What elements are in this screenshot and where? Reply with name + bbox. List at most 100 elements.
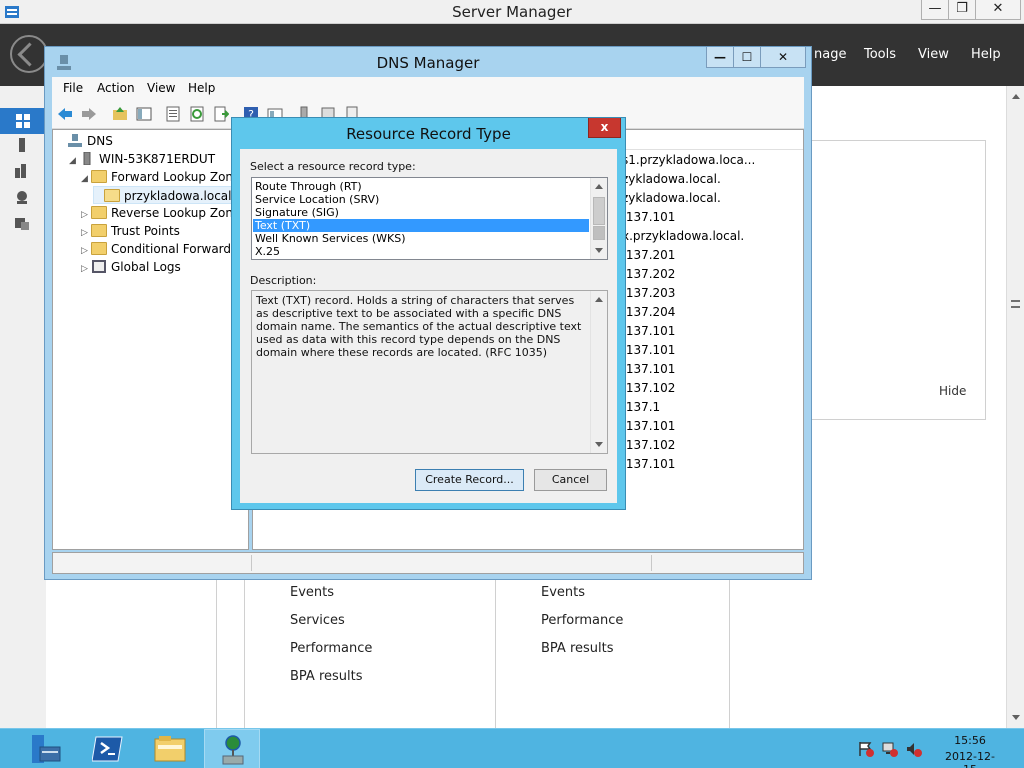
- record-data-cell[interactable]: .137.201: [622, 248, 675, 262]
- sm-close-button[interactable]: ✕: [975, 0, 1021, 20]
- scroll-up-icon[interactable]: [595, 297, 603, 302]
- menu-view[interactable]: View: [918, 47, 949, 62]
- volume-muted-icon[interactable]: [906, 741, 922, 757]
- menu-action[interactable]: Action: [97, 81, 135, 95]
- dns-maximize-button[interactable]: ☐: [733, 47, 761, 68]
- expander-icon[interactable]: ◢: [81, 170, 91, 188]
- back-icon[interactable]: [57, 106, 73, 122]
- record-data-cell[interactable]: .137.202: [622, 267, 675, 281]
- description-box: Text (TXT) record. Holds a string of cha…: [251, 290, 608, 454]
- description-scrollbar[interactable]: [590, 291, 607, 453]
- scroll-thumb[interactable]: [593, 197, 605, 225]
- tree-node[interactable]: ▷ Conditional Forwarders: [81, 240, 248, 258]
- scroll-down-icon[interactable]: [1012, 715, 1020, 720]
- dns-manager-title: DNS Manager: [376, 54, 480, 72]
- record-type-option[interactable]: Service Location (SRV): [253, 193, 589, 206]
- scroll-down-icon[interactable]: [595, 248, 603, 253]
- tile2-events[interactable]: Events: [541, 585, 585, 600]
- taskbar-server-manager[interactable]: [18, 729, 74, 768]
- tree-node[interactable]: DNS: [57, 132, 113, 150]
- dns-minimize-button[interactable]: —: [706, 47, 734, 68]
- nav-dashboard-selected[interactable]: [0, 108, 46, 134]
- record-data-cell[interactable]: .137.204: [622, 305, 675, 319]
- forward-icon[interactable]: [81, 106, 97, 122]
- menu-manage[interactable]: nage: [814, 47, 846, 62]
- dns-role-icon[interactable]: [15, 190, 31, 204]
- menu-help[interactable]: Help: [188, 81, 215, 95]
- properties-icon[interactable]: [165, 106, 181, 122]
- record-type-option[interactable]: Route Through (RT): [253, 180, 589, 193]
- tree-node-label: WIN-53K871ERDUT: [99, 152, 216, 166]
- record-data-cell[interactable]: .137.101: [622, 343, 675, 357]
- scroll-grip-icon[interactable]: [1011, 300, 1020, 308]
- file-services-icon[interactable]: [15, 216, 31, 230]
- tile1-bpa-results[interactable]: BPA results: [290, 669, 363, 684]
- tile1-events[interactable]: Events: [290, 585, 334, 600]
- record-data-cell[interactable]: zykladowa.local.: [622, 172, 721, 186]
- menu-help[interactable]: Help: [971, 47, 1001, 62]
- sm-maximize-button[interactable]: ❐: [948, 0, 976, 20]
- dashboard-icon: [16, 114, 30, 128]
- tree-node[interactable]: ◢ Forward Lookup Zones: [81, 168, 247, 186]
- show-hide-console-tree-icon[interactable]: [136, 106, 152, 122]
- all-servers-icon[interactable]: [15, 164, 31, 178]
- record-type-option[interactable]: Signature (SIG): [253, 206, 589, 219]
- taskbar-file-explorer[interactable]: [142, 729, 198, 768]
- dialog-close-button[interactable]: x: [588, 118, 621, 138]
- clock-date[interactable]: 2012-12-15: [940, 750, 1000, 768]
- tree-node[interactable]: ◢ WIN-53K871ERDUT: [69, 150, 215, 168]
- scroll-up-icon[interactable]: [1012, 94, 1020, 99]
- select-type-label: Select a resource record type:: [250, 160, 416, 173]
- record-data-cell[interactable]: .137.102: [622, 438, 675, 452]
- hide-link[interactable]: Hide: [939, 384, 966, 398]
- record-data-cell[interactable]: s1.przykladowa.loca...: [622, 153, 755, 167]
- clock-time[interactable]: 15:56: [940, 734, 1000, 747]
- dns-close-button[interactable]: ✕: [760, 47, 806, 68]
- record-data-cell[interactable]: zykladowa.local.: [622, 191, 721, 205]
- menu-view[interactable]: View: [147, 81, 175, 95]
- action-center-icon[interactable]: [858, 741, 874, 757]
- record-type-option[interactable]: Well Known Services (WKS): [253, 232, 589, 245]
- record-type-option[interactable]: X.25: [253, 245, 589, 258]
- record-type-listbox[interactable]: X.25 Well Known Services (WKS) Text (TXT) S…: [251, 177, 608, 260]
- record-data-cell[interactable]: .137.101: [622, 210, 675, 224]
- record-data-cell[interactable]: .137.203: [622, 286, 675, 300]
- refresh-icon[interactable]: [189, 106, 205, 122]
- cancel-button[interactable]: Cancel: [534, 469, 607, 491]
- tree-node[interactable]: ▷ Reverse Lookup Zones: [81, 204, 247, 222]
- export-list-icon[interactable]: [213, 106, 229, 122]
- expander-icon[interactable]: ◢: [69, 152, 79, 170]
- taskbar-powershell[interactable]: [80, 729, 136, 768]
- menu-tools[interactable]: Tools: [864, 47, 896, 62]
- create-record-button[interactable]: Create Record...: [415, 469, 524, 491]
- console-tree: DNS ◢ WIN-53K871ERDUT ◢ Forward Lookup Zones…: [52, 129, 249, 550]
- taskbar-dns-manager[interactable]: [204, 729, 260, 768]
- network-icon[interactable]: [882, 741, 898, 757]
- tile1-performance[interactable]: Performance: [290, 641, 372, 656]
- record-data-cell[interactable]: .137.101: [622, 457, 675, 471]
- scroll-up-icon[interactable]: [595, 184, 603, 189]
- expander-icon[interactable]: ▷: [81, 260, 91, 278]
- tree-node[interactable]: przykladowa.local: [93, 186, 233, 204]
- record-data-cell[interactable]: .137.101: [622, 419, 675, 433]
- local-server-icon[interactable]: [15, 138, 31, 152]
- record-data-cell[interactable]: x.przykladowa.local.: [622, 229, 744, 243]
- tile1-services[interactable]: Services: [290, 613, 345, 628]
- tree-node[interactable]: ▷ Global Logs: [81, 258, 181, 276]
- record-data-cell[interactable]: .137.1: [622, 400, 660, 414]
- tree-node[interactable]: ▷ Trust Points: [81, 222, 180, 240]
- record-type-scrollbar[interactable]: [590, 178, 607, 259]
- record-data-cell[interactable]: .137.101: [622, 324, 675, 338]
- record-data-cell[interactable]: .137.102: [622, 381, 675, 395]
- back-arrow-icon[interactable]: [10, 35, 48, 73]
- record-data-cell[interactable]: .137.101: [622, 362, 675, 376]
- scroll-thumb-lower[interactable]: [593, 226, 605, 240]
- record-type-option[interactable]: Text (TXT): [253, 219, 589, 232]
- up-folder-icon[interactable]: [112, 106, 128, 122]
- menu-file[interactable]: File: [63, 81, 83, 95]
- sm-minimize-button[interactable]: —: [921, 0, 949, 20]
- tile2-bpa-results[interactable]: BPA results: [541, 641, 614, 656]
- server-manager-scrollbar[interactable]: [1006, 86, 1024, 728]
- scroll-down-icon[interactable]: [595, 442, 603, 447]
- tile2-performance[interactable]: Performance: [541, 613, 623, 628]
